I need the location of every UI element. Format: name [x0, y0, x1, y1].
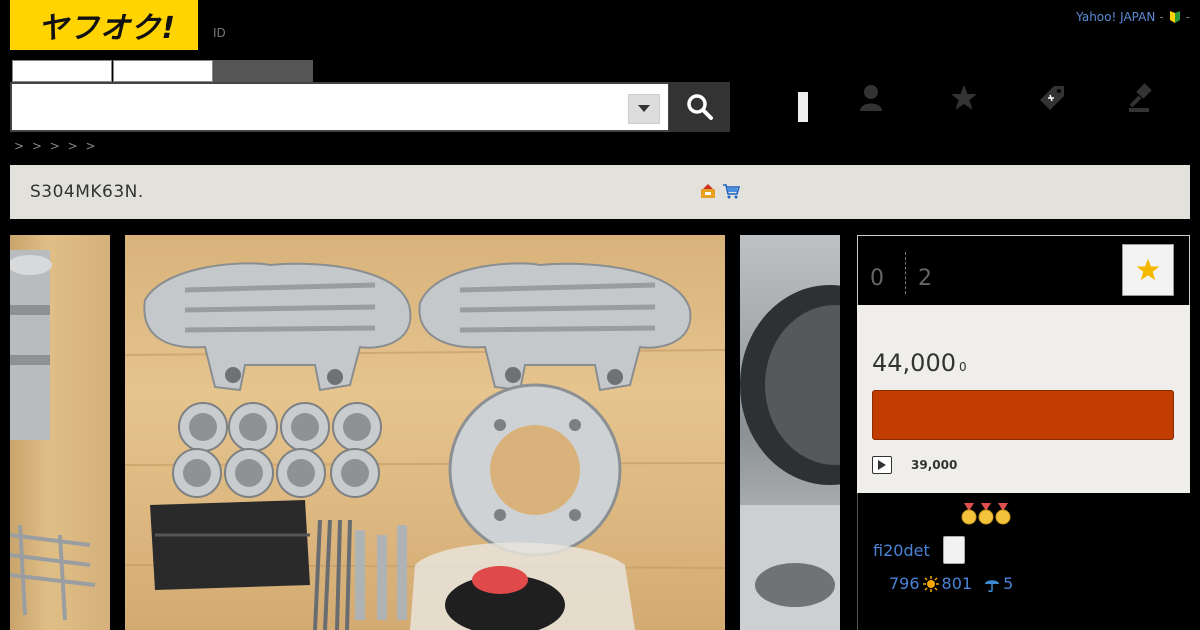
bidding-button[interactable]: [1124, 80, 1160, 116]
start-price: 39,000: [911, 458, 958, 472]
header-separator: -: [1159, 10, 1164, 24]
price-panel: 44,000 0 39,000: [857, 305, 1190, 493]
search-button[interactable]: [669, 82, 730, 132]
seller-panel: fi20det 796 801 5: [857, 493, 1190, 630]
star-icon: [951, 85, 977, 110]
play-icon: [878, 460, 886, 470]
id-label: ID: [213, 26, 226, 40]
rating-good-count[interactable]: 796: [889, 574, 920, 593]
prev-photo[interactable]: [10, 235, 110, 630]
chevron-down-icon: [638, 105, 650, 112]
search-tab-2[interactable]: [113, 60, 213, 82]
watchlist-button[interactable]: [946, 80, 982, 116]
rating-total-count[interactable]: 801: [942, 574, 973, 593]
current-price: 44,000: [872, 349, 956, 377]
nav-divider: [798, 92, 808, 122]
piston-image: [10, 250, 96, 621]
star-icon: [1136, 258, 1160, 281]
gold-medal-icon: [995, 503, 1011, 525]
watch-button[interactable]: [1122, 244, 1174, 296]
title-icons: [700, 183, 740, 199]
search-tab-1[interactable]: [12, 60, 112, 82]
search-input[interactable]: [18, 90, 618, 124]
my-auction-button[interactable]: [853, 80, 889, 116]
header-links: Yahoo! JAPAN - -: [1076, 10, 1190, 24]
yahuoku-logo[interactable]: ヤフオク!: [10, 0, 198, 50]
breadcrumb[interactable]: > > > > >: [14, 139, 98, 153]
status-divider: [905, 252, 906, 294]
shopping-cart-icon: [723, 184, 740, 199]
seller-rating[interactable]: 796 801 5: [889, 574, 1013, 593]
item-title-bar: S304MK63N.: [10, 165, 1190, 219]
new-item-icon: [701, 184, 715, 198]
logo-text: ヤフオク!: [38, 11, 177, 46]
price-history-toggle[interactable]: [872, 456, 892, 474]
search-box: [10, 82, 670, 132]
sell-button[interactable]: [1034, 80, 1070, 116]
main-photo[interactable]: [125, 235, 725, 630]
brake-caliper-kit-image: [125, 262, 725, 630]
search-icon: [686, 94, 713, 120]
seller-info-button[interactable]: [943, 536, 965, 564]
sun-icon: [922, 575, 939, 592]
gold-medal-icon: [961, 503, 977, 525]
user-icon: [860, 85, 882, 111]
caliper-closeup-image: [740, 285, 840, 630]
auction-status-panel: 0 2: [857, 235, 1190, 305]
gold-medal-icon: [978, 503, 994, 525]
bid-count[interactable]: 0: [870, 266, 884, 291]
time-left: 2: [918, 266, 932, 291]
search-tab-3[interactable]: [213, 60, 313, 82]
next-photo[interactable]: [740, 235, 840, 630]
gavel-icon: [1129, 83, 1152, 112]
bid-button[interactable]: [872, 390, 1174, 440]
item-title: S304MK63N.: [30, 182, 144, 202]
rating-bad-count[interactable]: 5: [1003, 574, 1013, 593]
umbrella-icon: [985, 579, 1000, 592]
category-dropdown[interactable]: [628, 94, 660, 124]
seller-medals: [961, 503, 1011, 525]
price-tag-icon: [1040, 86, 1064, 110]
header-separator-2: -: [1185, 10, 1190, 24]
seller-name-link[interactable]: fi20det: [873, 541, 930, 560]
price-tax-note: 0: [959, 360, 967, 374]
beginner-mark-icon[interactable]: [1168, 10, 1182, 24]
yahoo-japan-link[interactable]: Yahoo! JAPAN: [1076, 10, 1155, 24]
